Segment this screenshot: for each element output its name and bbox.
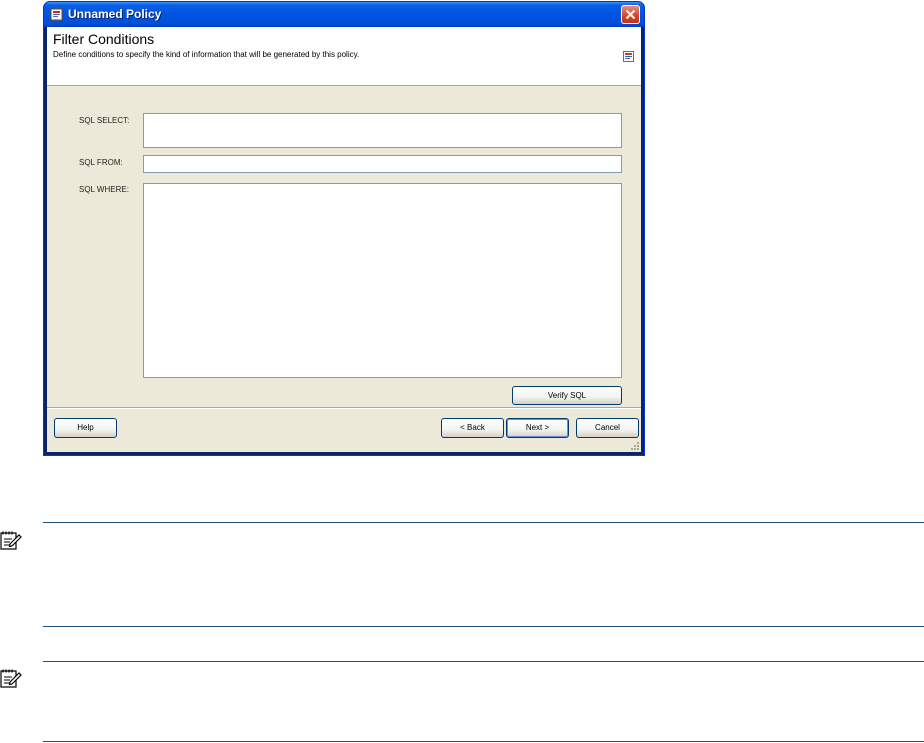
note-icon xyxy=(0,531,22,550)
sql-where-field[interactable] xyxy=(143,183,622,378)
help-button[interactable]: Help xyxy=(54,418,117,438)
policy-icon xyxy=(50,8,63,21)
close-button[interactable] xyxy=(621,5,640,24)
sql-from-field[interactable] xyxy=(143,155,622,173)
dialog-body: Filter Conditions Define conditions to s… xyxy=(47,27,641,452)
back-button[interactable]: < Back xyxy=(441,418,504,438)
button-divider xyxy=(47,407,641,409)
cancel-button[interactable]: Cancel xyxy=(576,418,639,438)
sql-from-label: SQL FROM: xyxy=(79,158,123,167)
note-rule-bottom xyxy=(43,741,924,742)
page-title: Filter Conditions xyxy=(53,31,155,47)
policy-icon xyxy=(623,51,634,62)
next-button[interactable]: Next > xyxy=(506,418,569,438)
verify-sql-button[interactable]: Verify SQL xyxy=(512,386,622,405)
wizard-header: Filter Conditions Define conditions to s… xyxy=(47,27,641,86)
sql-where-label: SQL WHERE: xyxy=(79,185,129,194)
sql-select-field[interactable] xyxy=(143,113,622,148)
page-description: Define conditions to specify the kind of… xyxy=(53,50,360,59)
note-icon xyxy=(0,669,22,688)
policy-dialog: Unnamed Policy Filter Conditions Define … xyxy=(43,1,645,456)
note-rule-top xyxy=(43,522,924,523)
resize-grip-icon[interactable] xyxy=(630,441,640,451)
sql-select-label: SQL SELECT: xyxy=(79,116,130,125)
note-rule-top xyxy=(43,661,924,662)
title-bar[interactable]: Unnamed Policy xyxy=(44,2,644,27)
close-icon xyxy=(625,9,636,20)
window-title: Unnamed Policy xyxy=(68,7,162,21)
note-rule-bottom xyxy=(43,626,924,627)
